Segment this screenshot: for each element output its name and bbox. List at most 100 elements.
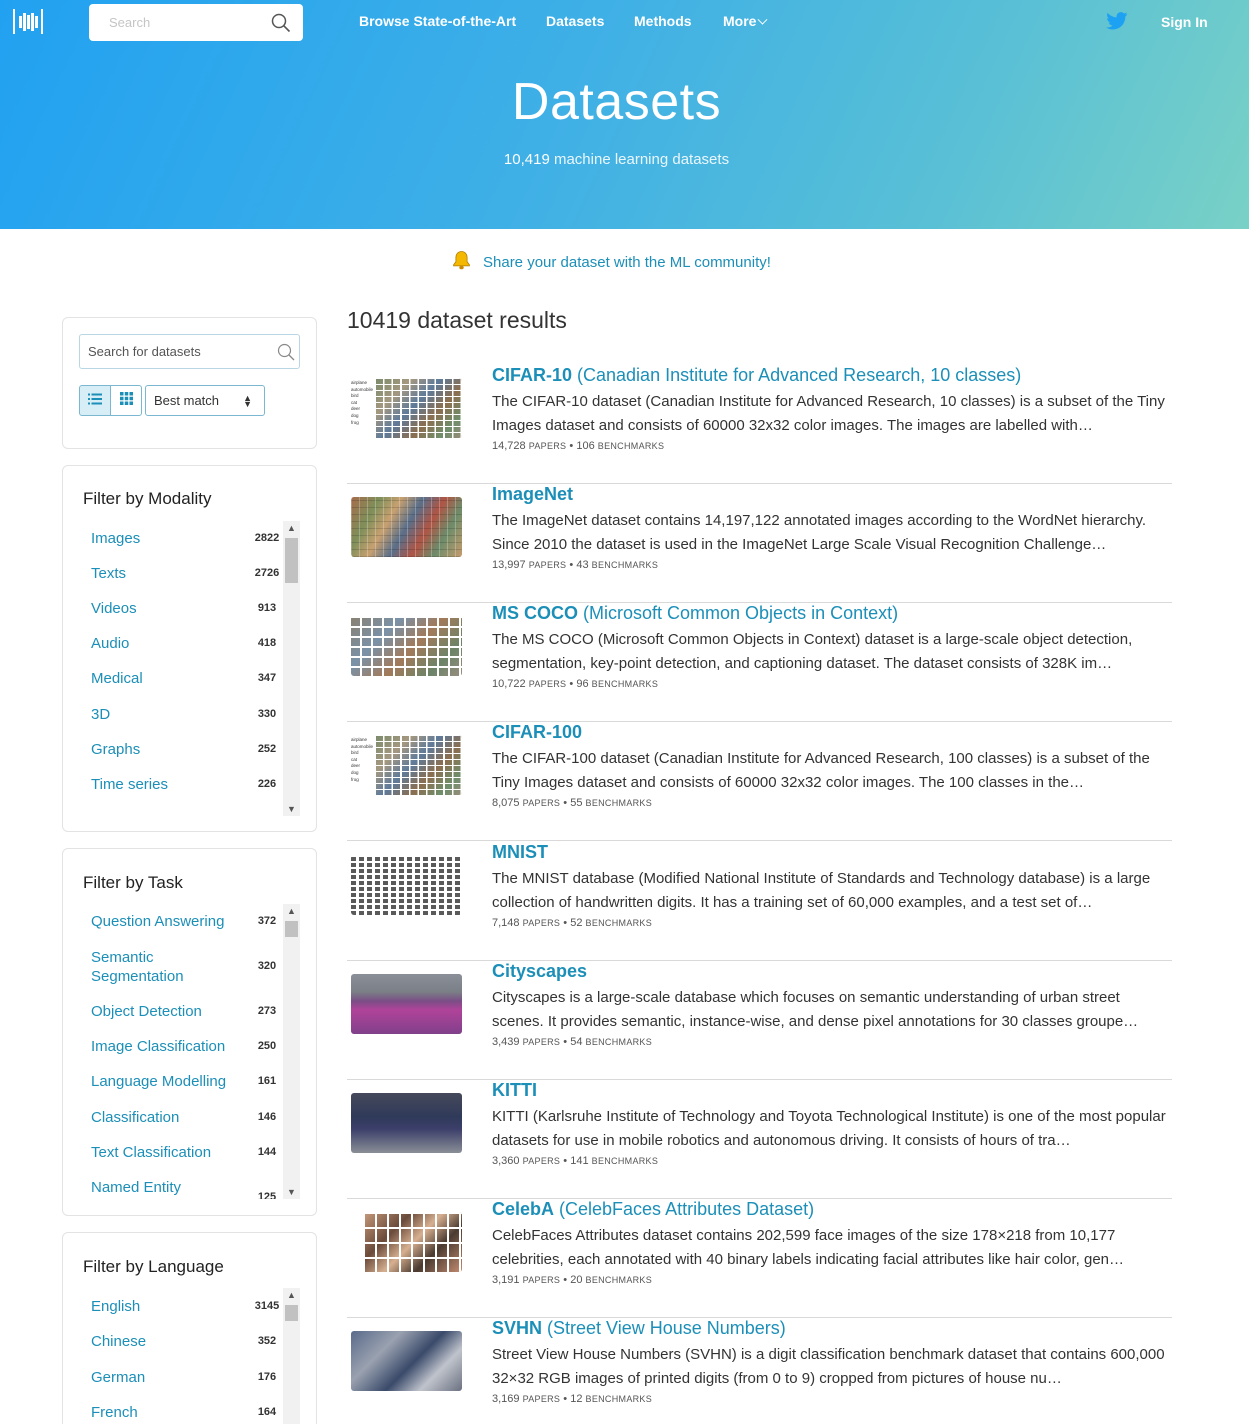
filter-label[interactable]: Images [91, 529, 241, 548]
filter-label[interactable]: Object Detection [91, 1002, 241, 1021]
dataset-title[interactable]: CelebA (CelebFaces Attributes Dataset) [492, 1199, 814, 1220]
dataset-search-input[interactable] [80, 335, 270, 368]
dataset-result[interactable]: MNIST The MNIST database (Modified Natio… [347, 841, 1172, 961]
dataset-thumbnail[interactable]: airplane automobile bird cat deer dog frog [351, 378, 462, 438]
scroll-down-icon[interactable]: ▼ [283, 802, 300, 816]
nav-more-label: More [723, 13, 757, 29]
dataset-title[interactable]: ImageNet [492, 484, 573, 505]
dataset-full-name[interactable]: (Microsoft Common Objects in Context) [578, 603, 898, 623]
search-icon[interactable] [271, 13, 291, 38]
dataset-result[interactable]: SVHN (Street View House Numbers) Street … [347, 1317, 1172, 1424]
nav-browse-sota[interactable]: Browse State-of-the-Art [359, 13, 516, 29]
paperswithcode-logo-icon[interactable] [13, 9, 43, 34]
dataset-name[interactable]: KITTI [492, 1080, 537, 1100]
share-dataset-link[interactable]: Share your dataset with the ML community… [483, 254, 771, 271]
filter-language-scrollbar[interactable]: ▲ [283, 1288, 300, 1424]
dataset-full-name[interactable]: (Street View House Numbers) [542, 1318, 786, 1338]
dataset-title[interactable]: Cityscapes [492, 961, 587, 982]
class-labels: airplane automobile bird cat deer dog frog [351, 737, 373, 783]
dataset-thumbnail[interactable]: airplane automobile bird cat deer dog frog [351, 735, 462, 795]
dataset-thumbnail[interactable] [351, 974, 462, 1034]
nav-methods[interactable]: Methods [634, 13, 692, 29]
dataset-result[interactable]: airplane automobile bird cat deer dog frog CIF… [347, 721, 1172, 841]
dataset-thumbnail[interactable] [351, 1331, 462, 1391]
dataset-result[interactable]: MS COCO (Microsoft Common Objects in Con… [347, 602, 1172, 722]
filter-label[interactable]: Language Modelling [91, 1072, 241, 1091]
filter-label[interactable]: Videos [91, 599, 241, 618]
sign-in-link[interactable]: Sign In [1161, 14, 1208, 30]
dataset-name[interactable]: CIFAR-100 [492, 722, 582, 742]
dataset-name[interactable]: MNIST [492, 842, 548, 862]
dataset-search[interactable] [79, 334, 300, 369]
filter-label[interactable]: German [91, 1368, 241, 1387]
filter-task-list: Question Answering 372 Semantic Segmentat… [63, 904, 283, 1199]
dataset-title[interactable]: KITTI [492, 1080, 537, 1101]
dataset-title[interactable]: CIFAR-100 [492, 722, 582, 743]
filter-label[interactable]: Medical [91, 669, 241, 688]
filter-label[interactable]: Graphs [91, 740, 241, 759]
dataset-name[interactable]: SVHN [492, 1318, 542, 1338]
filter-modality-scrollbar[interactable]: ▲ ▼ [283, 521, 300, 816]
dataset-result[interactable]: airplane automobile bird cat deer dog frog CIF… [347, 364, 1172, 484]
dataset-thumbnail[interactable] [351, 497, 462, 557]
filter-label[interactable]: Text Classification [91, 1143, 241, 1162]
filter-language-list: English 3145 Chinese 352 German 176 French 1… [63, 1288, 283, 1424]
twitter-icon[interactable] [1106, 12, 1128, 35]
dataset-description: KITTI (Karlsruhe Institute of Technology… [492, 1108, 1166, 1149]
scroll-up-icon[interactable]: ▲ [283, 521, 300, 535]
dataset-name[interactable]: CelebA [492, 1199, 554, 1219]
nav-datasets[interactable]: Datasets [546, 13, 604, 29]
filter-label[interactable]: English [91, 1297, 241, 1316]
scroll-down-icon[interactable]: ▼ [283, 1185, 300, 1199]
list-view-button[interactable] [79, 385, 111, 416]
dataset-thumbnail[interactable] [351, 1212, 462, 1272]
dataset-name[interactable]: CIFAR-10 [492, 365, 572, 385]
dataset-title[interactable]: MNIST [492, 842, 548, 863]
dataset-title[interactable]: SVHN (Street View House Numbers) [492, 1318, 786, 1339]
dataset-result[interactable]: ImageNet The ImageNet dataset contains 1… [347, 483, 1172, 603]
dataset-full-name[interactable]: (Canadian Institute for Advanced Researc… [572, 365, 1021, 385]
dataset-title[interactable]: MS COCO (Microsoft Common Objects in Con… [492, 603, 898, 624]
benchmarks-count: 106 [576, 440, 595, 452]
dataset-result[interactable]: KITTI KITTI (Karlsruhe Institute of Tech… [347, 1079, 1172, 1199]
filter-label[interactable]: Named Entity [91, 1178, 241, 1197]
dataset-stats: 3,439 PAPERS • 54 BENCHMARKS [492, 1036, 653, 1048]
sort-select[interactable]: Best match ▲ ▼ [145, 385, 265, 416]
filter-label[interactable]: Chinese [91, 1332, 241, 1351]
dataset-result[interactable]: CelebA (CelebFaces Attributes Dataset) C… [347, 1198, 1172, 1318]
filter-label[interactable]: French [91, 1403, 241, 1422]
filter-label[interactable]: Audio [91, 634, 241, 653]
nav-more[interactable]: More [723, 13, 768, 29]
dataset-thumbnail[interactable] [351, 1093, 462, 1153]
scroll-up-icon[interactable]: ▲ [283, 1288, 300, 1302]
scroll-thumb[interactable] [285, 921, 298, 937]
share-dataset-banner[interactable]: Share your dataset with the ML community… [452, 250, 771, 275]
filter-label[interactable]: Time series [91, 775, 241, 794]
filter-label[interactable]: Classification [91, 1108, 241, 1127]
class-label: dog [351, 769, 359, 775]
dataset-stats: 3,360 PAPERS • 141 BENCHMARKS [492, 1155, 659, 1167]
filter-label[interactable]: Texts [91, 564, 241, 583]
search-icon[interactable] [277, 343, 295, 366]
filter-label[interactable]: Image Classification [91, 1037, 241, 1056]
scroll-thumb[interactable] [285, 538, 298, 583]
papers-label: PAPERS [522, 918, 561, 928]
class-label: automobile [351, 386, 374, 392]
dataset-title[interactable]: CIFAR-10 (Canadian Institute for Advance… [492, 365, 1021, 386]
dataset-result[interactable]: Cityscapes Cityscapes is a large-scale d… [347, 960, 1172, 1080]
dataset-name[interactable]: ImageNet [492, 484, 573, 504]
filter-label[interactable]: 3D [91, 705, 241, 724]
dataset-full-name[interactable]: (CelebFaces Attributes Dataset) [554, 1199, 814, 1219]
site-search-input[interactable] [89, 4, 259, 41]
grid-view-button[interactable] [110, 385, 142, 416]
dataset-name[interactable]: MS COCO [492, 603, 578, 623]
filter-label[interactable]: Question Answering [91, 912, 241, 931]
dataset-name[interactable]: Cityscapes [492, 961, 587, 981]
scroll-up-icon[interactable]: ▲ [283, 904, 300, 918]
filter-label[interactable]: Semantic Segmentation [91, 948, 221, 986]
site-search[interactable] [89, 4, 303, 41]
dataset-thumbnail[interactable] [351, 855, 462, 915]
dataset-thumbnail[interactable] [351, 616, 462, 676]
scroll-thumb[interactable] [285, 1305, 298, 1321]
filter-task-scrollbar[interactable]: ▲ ▼ [283, 904, 300, 1199]
